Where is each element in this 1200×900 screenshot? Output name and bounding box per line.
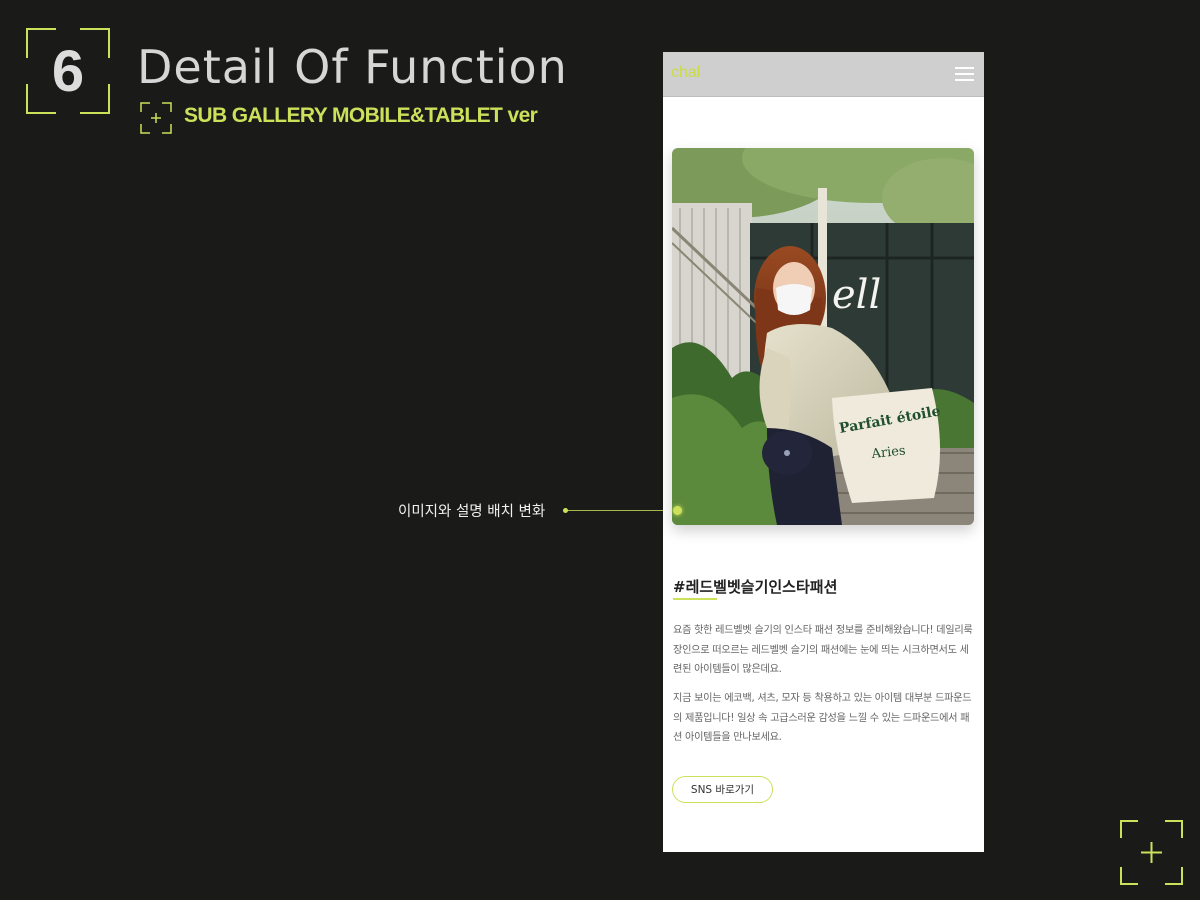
- description-paragraph-1: 요즘 핫한 레드벨벳 슬기의 인스타 패션 정보를 준비해왔습니다! 데일리룩 …: [673, 625, 973, 675]
- page-subtitle: SUB GALLERY MOBILE&TABLET ver: [184, 104, 538, 127]
- annotation-connector-line: [566, 510, 676, 511]
- plus-frame-icon: [140, 102, 172, 134]
- annotation-start-dot: [563, 508, 568, 513]
- description-paragraph-2: 지금 보이는 에코백, 셔츠, 모자 등 착용하고 있는 아이템 대부분 드파운…: [673, 693, 972, 743]
- page-title: Detail Of Function: [137, 40, 568, 94]
- post-hashtag-title: #레드벨벳슬기인스타패션: [673, 578, 838, 596]
- wall-sign-text: ell: [832, 272, 881, 318]
- photo-illustration: ell Parfait étoile Aries: [672, 148, 974, 525]
- mobile-mockup: chal ell Parfait étoile Aries #레드벨벳슬기인스타…: [663, 52, 984, 852]
- annotation-target-dot: [673, 506, 682, 515]
- hamburger-menu-icon[interactable]: [955, 67, 974, 81]
- section-number-box: 6: [26, 28, 110, 114]
- plus-button-icon[interactable]: [1120, 820, 1183, 885]
- annotation-label: 이미지와 설명 배치 변화: [398, 504, 546, 520]
- title-underline: [673, 598, 717, 600]
- logo[interactable]: chal: [671, 64, 700, 82]
- gallery-photo: ell Parfait étoile Aries: [672, 148, 974, 525]
- mobile-header: chal: [663, 52, 984, 97]
- sns-shortcut-button[interactable]: SNS 바로가기: [672, 776, 773, 803]
- section-number: 6: [51, 38, 85, 104]
